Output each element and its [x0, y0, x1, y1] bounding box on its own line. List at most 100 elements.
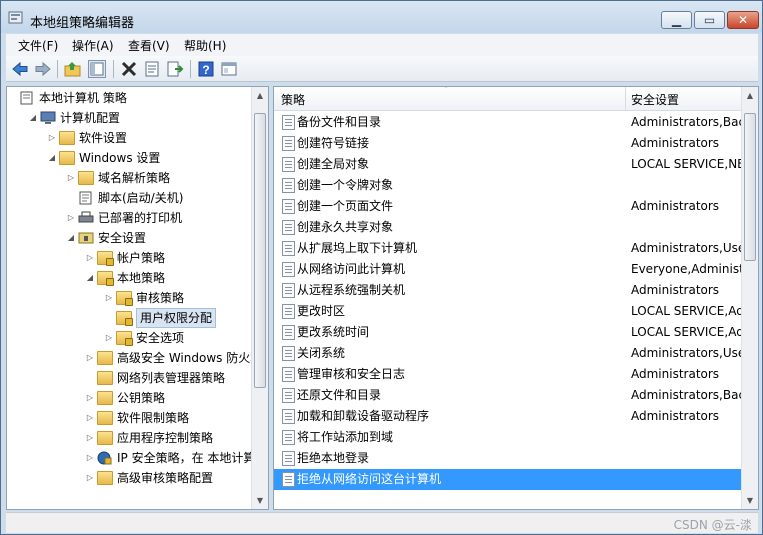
scroll-up-arrow-icon[interactable]: ▲	[252, 87, 268, 104]
expand-arrow-icon[interactable]: ▷	[47, 128, 57, 148]
tree-item-label: 本地策略	[117, 271, 166, 285]
policy-row[interactable]: 备份文件和目录 Administrators,Backup	[274, 112, 742, 133]
properties-icon[interactable]	[143, 60, 161, 78]
policy-name: 创建全局对象	[297, 157, 370, 171]
tree-item-label: 公钥策略	[117, 391, 166, 405]
collapse-arrow-icon[interactable]: ◢	[66, 228, 76, 248]
expand-arrow-icon[interactable]: ▷	[85, 408, 95, 428]
column-security-setting[interactable]: 安全设置	[631, 91, 679, 108]
policy-row[interactable]: 创建一个令牌对象	[274, 175, 742, 196]
policy-row[interactable]: 还原文件和目录 Administrators,Backup	[274, 385, 742, 406]
security-setting-value: LOCAL SERVICE,Ad	[631, 325, 742, 339]
expand-arrow-icon[interactable]: ▷	[104, 288, 114, 308]
expand-arrow-icon[interactable]: ▷	[85, 448, 95, 468]
expand-arrow-icon[interactable]: ▷	[66, 208, 76, 228]
scroll-down-arrow-icon[interactable]: ▼	[742, 492, 758, 509]
expand-arrow-icon[interactable]: ▷	[85, 428, 95, 448]
column-divider[interactable]	[625, 87, 626, 111]
menu-action[interactable]: 操作(A)	[72, 37, 114, 54]
menu-file[interactable]: 文件(F)	[18, 37, 58, 54]
tree-item[interactable]: ▷ 安全选项	[7, 328, 251, 348]
policy-row[interactable]: 从远程系统强制关机 Administrators	[274, 280, 742, 301]
expand-arrow-icon[interactable]: ▷	[85, 248, 95, 268]
tree-item-label: 本地计算机 策略	[39, 91, 127, 105]
collapse-arrow-icon[interactable]: ◢	[85, 268, 95, 288]
policy-row[interactable]: 将工作站添加到域	[274, 427, 742, 448]
policy-name: 将工作站添加到域	[297, 430, 394, 444]
policy-row[interactable]: 加载和卸载设备驱动程序 Administrators	[274, 406, 742, 427]
show-hide-tree-icon[interactable]	[88, 60, 106, 78]
policy-row[interactable]: 从网络访问此计算机 Everyone,Administr	[274, 259, 742, 280]
tree-item[interactable]: ▷ 已部署的打印机	[7, 208, 251, 228]
tree-item[interactable]: ◢ 本地策略	[7, 268, 251, 288]
tree-item-selected[interactable]: 用户权限分配	[7, 308, 251, 328]
policy-name: 关闭系统	[297, 346, 346, 360]
policy-setting-icon	[282, 388, 295, 403]
list-scrollbar[interactable]: ▲ ▼	[741, 87, 758, 509]
tree-item-label: 高级审核策略配置	[117, 471, 214, 485]
collapse-arrow-icon[interactable]: ◢	[47, 148, 57, 168]
column-policy[interactable]: 策略	[281, 91, 305, 108]
up-folder-icon[interactable]	[64, 60, 82, 78]
tree-item-label: 安全选项	[136, 331, 185, 345]
details-pane[interactable]: 策略 ˄ 安全设置 备份文件和目录 Administrators,Backup 创建…	[273, 86, 759, 510]
policy-row[interactable]: 管理审核和安全日志 Administrators	[274, 364, 742, 385]
expand-arrow-icon[interactable]: ▷	[66, 168, 76, 188]
policy-name: 从扩展坞上取下计算机	[297, 241, 418, 255]
policy-row[interactable]: 更改时区 LOCAL SERVICE,Ad	[274, 301, 742, 322]
tree-item[interactable]: ◢ 计算机配置	[7, 108, 251, 128]
console-view-icon[interactable]	[220, 60, 238, 78]
policy-name: 管理审核和安全日志	[297, 367, 406, 381]
list-scroll-thumb[interactable]	[744, 113, 756, 261]
tree-item[interactable]: ▷ 软件限制策略	[7, 408, 251, 428]
expand-arrow-icon[interactable]: ▷	[104, 328, 114, 348]
tree-item[interactable]: ▷ 审核策略	[7, 288, 251, 308]
back-arrow-icon[interactable]	[11, 60, 29, 78]
forward-arrow-icon[interactable]	[34, 60, 52, 78]
close-button[interactable]: ✕	[727, 11, 759, 29]
policy-row[interactable]: 创建一个页面文件 Administrators	[274, 196, 742, 217]
maximize-button[interactable]: ▭	[694, 11, 725, 29]
tree-item[interactable]: ▷ 公钥策略	[7, 388, 251, 408]
scroll-up-arrow-icon[interactable]: ▲	[742, 87, 758, 104]
svg-text:?: ?	[202, 63, 209, 77]
tree-item[interactable]: ▷ IP 安全策略，在 本地计算机	[7, 448, 267, 468]
tree-item[interactable]: 网络列表管理器策略	[7, 368, 251, 388]
tree-item[interactable]: 本地计算机 策略	[7, 88, 251, 108]
tree-scrollbar[interactable]: ▲ ▼	[251, 87, 268, 509]
scroll-down-arrow-icon[interactable]: ▼	[252, 492, 268, 509]
menu-help[interactable]: 帮助(H)	[184, 37, 226, 54]
minimize-button[interactable]: ▁	[661, 11, 692, 29]
tree-item[interactable]: ▷ 域名解析策略	[7, 168, 251, 188]
tree-scroll-thumb[interactable]	[254, 113, 266, 388]
policy-row[interactable]: 从扩展坞上取下计算机 Administrators,Use	[274, 238, 742, 259]
menu-view[interactable]: 查看(V)	[128, 37, 170, 54]
tree-item[interactable]: ▷ 帐户策略	[7, 248, 251, 268]
collapse-arrow-icon[interactable]: ◢	[28, 108, 38, 128]
policy-row[interactable]: 创建符号链接 Administrators	[274, 133, 742, 154]
policy-row[interactable]: 创建永久共享对象	[274, 217, 742, 238]
policy-row-selected[interactable]: 拒绝从网络访问这台计算机	[274, 469, 742, 490]
toolbar-separator	[190, 60, 191, 78]
policy-name: 更改系统时间	[297, 325, 370, 339]
help-icon[interactable]: ?	[197, 60, 215, 78]
policy-row[interactable]: 更改系统时间 LOCAL SERVICE,Ad	[274, 322, 742, 343]
tree-item[interactable]: ◢ Windows 设置	[7, 148, 251, 168]
expand-arrow-icon[interactable]: ▷	[85, 468, 95, 488]
policy-row[interactable]: 拒绝本地登录	[274, 448, 742, 469]
tree-item[interactable]: ▷ 软件设置	[7, 128, 251, 148]
title-bar[interactable]: 本地组策略编辑器 ▁ ▭ ✕	[1, 1, 762, 33]
tree-item[interactable]: ▷ 高级审核策略配置	[7, 468, 251, 488]
expand-arrow-icon[interactable]: ▷	[85, 348, 95, 368]
tree-item[interactable]: ▷ 高级安全 Windows 防火墙	[7, 348, 262, 368]
tree-item[interactable]: ◢ 安全设置	[7, 228, 251, 248]
expand-arrow-icon[interactable]: ▷	[85, 388, 95, 408]
delete-icon[interactable]	[120, 60, 138, 78]
policy-setting-icon	[282, 325, 295, 340]
console-tree-pane[interactable]: 本地计算机 策略 ◢ 计算机配置 ▷ 软件设置 ◢ Windows 设置 ▷ 域名解析策略 脚本(…	[6, 86, 269, 510]
export-list-icon[interactable]	[166, 60, 184, 78]
tree-item[interactable]: 脚本(启动/关机)	[7, 188, 251, 208]
policy-row[interactable]: 创建全局对象 LOCAL SERVICE,NE	[274, 154, 742, 175]
policy-row[interactable]: 关闭系统 Administrators,Use	[274, 343, 742, 364]
tree-item[interactable]: ▷ 应用程序控制策略	[7, 428, 251, 448]
